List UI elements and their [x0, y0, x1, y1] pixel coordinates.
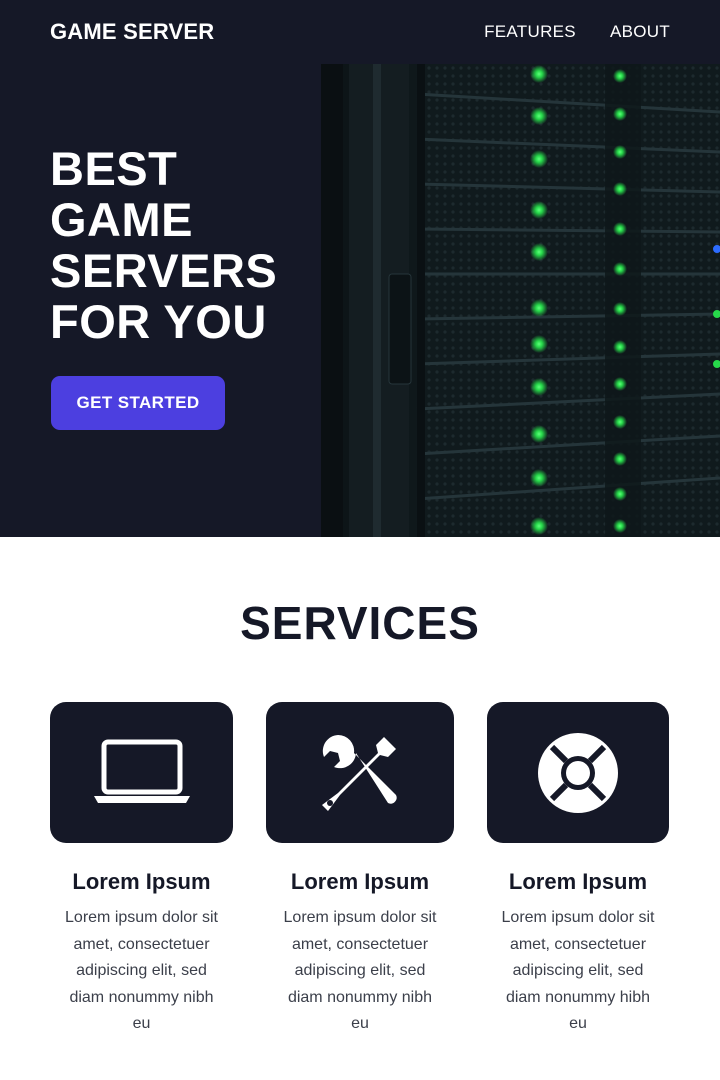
services-section: SERVICES Lorem Ipsum Lorem ipsum dolor s… — [0, 537, 720, 1080]
service-card: Lorem Ipsum Lorem ipsum dolor sit amet, … — [266, 702, 454, 1038]
service-card-text: Lorem ipsum dolor sit amet, consectetuer… — [65, 909, 218, 1032]
laptop-icon — [93, 739, 190, 803]
hero-headline: BEST GAME SERVERS FOR YOU — [50, 143, 277, 347]
hero-section: GAME SERVER FEATURES ABOUT BEST GAME SER… — [0, 0, 720, 537]
service-card-icon-box — [266, 702, 454, 843]
service-card: Lorem Ipsum Lorem ipsum dolor sit amet, … — [487, 702, 669, 1038]
service-card-title: Lorem Ipsum — [508, 869, 648, 894]
headline-line-2: GAME — [50, 193, 193, 246]
lifebuoy-icon — [538, 732, 618, 813]
headline-line-4: FOR YOU — [50, 295, 267, 348]
server-rack-image — [321, 64, 720, 537]
nav-link-features[interactable]: FEATURES — [484, 22, 576, 42]
brand-logo-text[interactable]: GAME SERVER — [50, 19, 214, 45]
service-card-icon-box — [50, 702, 233, 843]
service-card: Lorem Ipsum Lorem ipsum dolor sit amet, … — [50, 702, 233, 1038]
tools-icon — [322, 734, 397, 811]
service-card-title: Lorem Ipsum — [72, 869, 211, 894]
services-title: SERVICES — [240, 597, 480, 649]
service-card-icon-box — [487, 702, 669, 843]
headline-line-1: BEST — [50, 142, 178, 195]
service-card-title: Lorem Ipsum — [290, 869, 430, 894]
hero-copy: BEST GAME SERVERS FOR YOU — [50, 143, 277, 347]
service-card-text: Lorem ipsum dolor sit amet, consectetuer… — [283, 909, 437, 1032]
nav-link-about[interactable]: ABOUT — [610, 22, 670, 42]
service-card-text: Lorem ipsum dolor sit amet, consectetuer… — [501, 909, 655, 1032]
main-nav: FEATURES ABOUT — [484, 22, 670, 42]
headline-line-3: SERVERS — [50, 244, 278, 297]
get-started-button[interactable]: GET STARTED — [51, 376, 225, 430]
top-navigation-bar: GAME SERVER FEATURES ABOUT — [0, 0, 720, 64]
